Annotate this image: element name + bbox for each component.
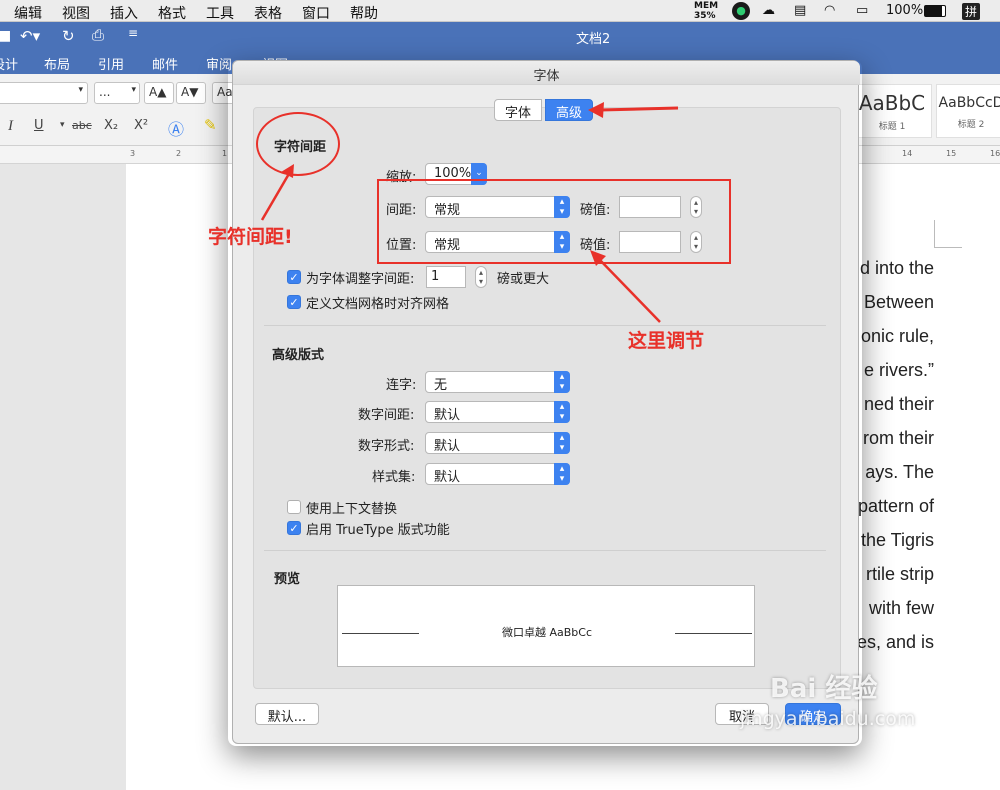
arrow-to-circle bbox=[260, 171, 292, 221]
arrow-head-icon bbox=[588, 102, 604, 118]
arrow-to-advanced-tab bbox=[599, 106, 679, 112]
watermark-url: jingyan.baidu.com bbox=[740, 708, 916, 730]
arrow-to-box bbox=[597, 257, 661, 323]
watermark-brand: Bai 经验 bbox=[770, 674, 878, 704]
baidu-watermark: Bai 经验 jingyan.baidu.com bbox=[740, 664, 960, 744]
